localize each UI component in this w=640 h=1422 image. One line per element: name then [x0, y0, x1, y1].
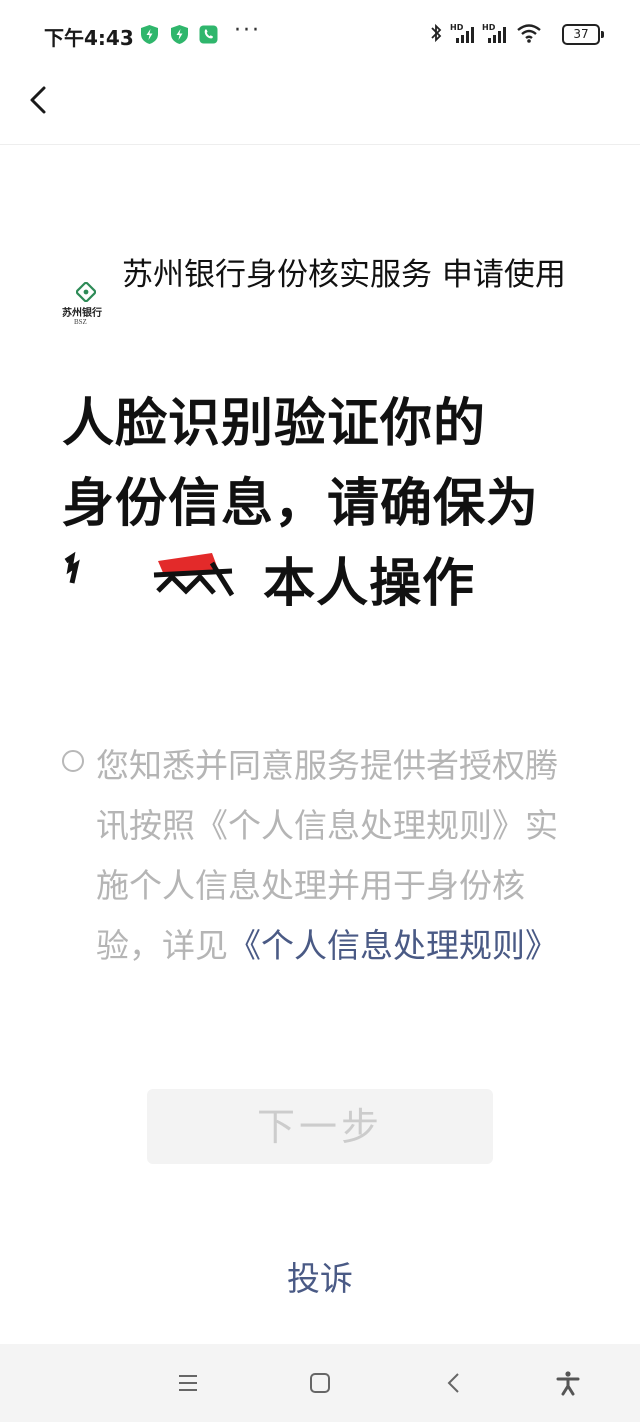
more-indicator: ··· [234, 18, 261, 43]
heading-line-3-suffix: 本人操作 [263, 554, 476, 614]
wifi-icon [517, 24, 541, 43]
hd-signal-icon: HD [482, 23, 506, 43]
privacy-rules-link[interactable]: 《个人信息处理规则》 [228, 926, 558, 965]
shield-app-icon [171, 25, 188, 44]
menu-icon[interactable] [175, 1370, 201, 1396]
nav-header [0, 70, 640, 145]
system-nav-bar [0, 1344, 640, 1422]
back-nav-icon[interactable] [441, 1370, 467, 1396]
bank-logo: 苏州银行 BSZ [60, 280, 112, 332]
heading-line-1: 人脸识别验证你的 [62, 394, 487, 454]
back-button[interactable] [18, 78, 62, 122]
heading-line-2: 身份信息，请确保为 [62, 474, 540, 534]
battery-icon: 37 [562, 24, 604, 45]
bluetooth-icon [431, 23, 442, 43]
bank-logo-emblem-icon [76, 282, 96, 302]
shield-app-icon [141, 25, 158, 44]
consent-radio[interactable] [62, 750, 84, 772]
svg-text:HD: HD [482, 23, 496, 32]
bank-logo-subtext: BSZ [74, 318, 87, 326]
accessibility-icon[interactable] [555, 1370, 581, 1396]
status-right-group: HD HD 37 [430, 22, 604, 48]
home-icon[interactable] [307, 1370, 333, 1396]
bank-logo-text: 苏州银行 [62, 308, 102, 319]
heading-line-3: 本人操作 [62, 544, 582, 624]
status-time: 下午4:43 [44, 26, 134, 50]
svg-text:HD: HD [450, 23, 464, 32]
phone-app-icon [199, 25, 218, 44]
next-step-button[interactable]: 下一步 [147, 1089, 493, 1164]
status-bar: 下午4:43 ··· HD HD 37 [0, 0, 640, 70]
hd-signal-icon: HD [450, 23, 474, 43]
main-heading: 人脸识别验证你的 身份信息，请确保为 本人操作 [62, 384, 582, 624]
app-request-title: 苏州银行身份核实服务 申请使用 [122, 257, 566, 293]
masked-user-name [62, 547, 244, 607]
complaint-link[interactable]: 投诉 [0, 1252, 640, 1300]
consent-text: 您知悉并同意服务提供者授权腾讯按照《个人信息处理规则》实施个人信息处理并用于身份… [96, 736, 566, 976]
